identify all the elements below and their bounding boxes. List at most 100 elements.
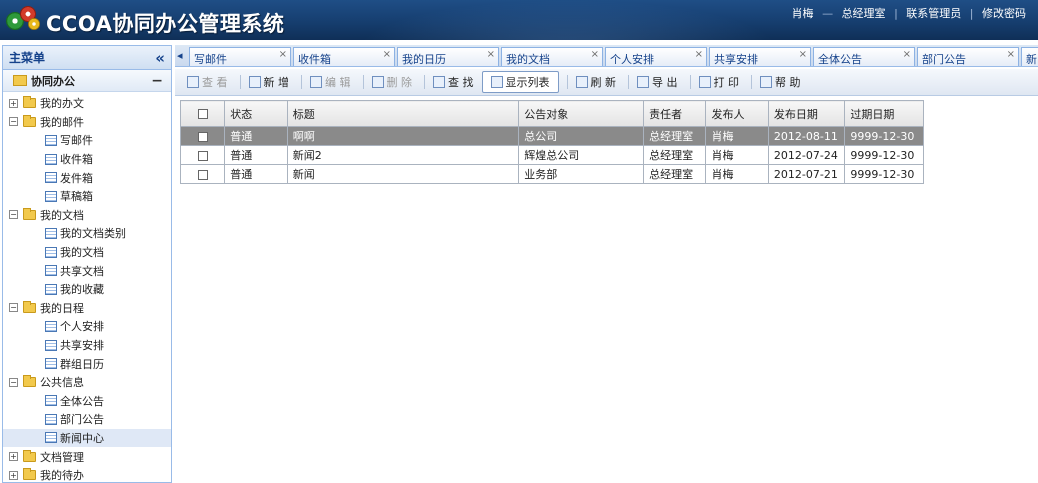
tab-label: 收件箱 (298, 53, 331, 66)
contact-admin-link[interactable]: 联系管理员 (906, 5, 961, 21)
tab-close-icon[interactable]: × (383, 49, 391, 60)
tree-folder[interactable]: − 我的文档 (3, 206, 171, 225)
toolbar-button[interactable]: 导 出 (633, 71, 682, 93)
column-header[interactable]: 过期日期 (844, 100, 924, 127)
toolbar-button[interactable]: 查 看 (183, 71, 232, 93)
tree-item[interactable]: 我的文档 (3, 243, 171, 262)
tree-label: 共享文档 (60, 264, 104, 278)
tree-label: 新闻中心 (60, 431, 104, 445)
tree-item[interactable]: 部门公告 (3, 410, 171, 429)
tree-item[interactable]: 群组日历 (3, 354, 171, 373)
collapse-icon[interactable]: − (9, 117, 18, 127)
user-dash: — (822, 7, 834, 20)
column-header[interactable]: 发布人 (705, 100, 769, 127)
expand-icon[interactable]: + (9, 470, 18, 480)
tree-item[interactable]: 发件箱 (3, 168, 171, 187)
list-page-icon (45, 172, 57, 184)
tab-item[interactable]: 个人安排 × (605, 47, 707, 66)
table-cell: 总公司 (518, 126, 645, 146)
separator: | (894, 7, 898, 20)
row-select-cell[interactable] (179, 164, 226, 184)
table-cell: 辉煌总公司 (518, 145, 645, 165)
tab-close-icon[interactable]: × (487, 49, 495, 60)
collapse-icon[interactable]: − (9, 377, 18, 387)
tab-close-icon[interactable]: × (1007, 49, 1015, 60)
toolbar-button[interactable]: 帮 助 (756, 71, 805, 93)
column-header[interactable]: 责任者 (643, 100, 707, 127)
row-select-cell[interactable] (179, 145, 226, 165)
toolbar-button[interactable]: 查 找 (429, 71, 478, 93)
tree-folder[interactable]: + 我的待办 (3, 466, 171, 482)
tree-item[interactable]: 我的文档类别 (3, 224, 171, 243)
tab-label: 全体公告 (818, 53, 862, 66)
tab-close-icon[interactable]: × (591, 49, 599, 60)
toolbar-button[interactable]: 刷 新 (572, 71, 621, 93)
table-cell: 新闻 (286, 164, 520, 184)
tree-folder[interactable]: − 我的邮件 (3, 113, 171, 132)
tab-item[interactable]: 新闻 (1021, 47, 1038, 66)
row-checkbox[interactable] (197, 150, 208, 161)
toolbar-button-label: 查 看 (202, 76, 228, 89)
tree-item[interactable]: 全体公告 (3, 392, 171, 411)
tree-item[interactable]: 写邮件 (3, 131, 171, 150)
tab-close-icon[interactable]: × (695, 49, 703, 60)
tree-item[interactable]: 新闻中心 (3, 428, 171, 448)
table-row[interactable]: 普通 新闻2 辉煌总公司 总经理室 肖梅 2012-07-24 9999-12-30 (179, 145, 924, 165)
list-page-icon (45, 190, 57, 202)
toolbar-button[interactable]: 打 印 (695, 71, 744, 93)
tab-item[interactable]: 部门公告 × (917, 47, 1019, 66)
column-header[interactable]: 公告对象 (518, 100, 645, 127)
toolbar-button[interactable]: 删 除 (368, 71, 417, 93)
tree-item[interactable]: 草稿箱 (3, 187, 171, 206)
toolbar-button[interactable]: 编 辑 (306, 71, 355, 93)
toolbar-button-icon (637, 76, 649, 88)
table-row[interactable]: 普通 啊啊 总公司 总经理室 肖梅 2012-08-11 9999-12-30 (179, 126, 924, 146)
tab-item[interactable]: 我的日历 × (397, 47, 499, 66)
tree-item[interactable]: 共享安排 (3, 336, 171, 355)
toolbar-separator (301, 75, 302, 89)
expand-icon[interactable]: + (9, 98, 18, 108)
tree-item[interactable]: 共享文档 (3, 261, 171, 280)
tree-folder[interactable]: − 公共信息 (3, 373, 171, 392)
collapse-sidebar-icon[interactable]: « (155, 49, 165, 67)
tree-label: 发件箱 (60, 171, 93, 185)
menu-tree: + 我的办文 − 我的邮件 写邮件 收件箱发件箱草稿箱 − 我的文档 我的文档类别 我的文档共享文… (3, 92, 171, 482)
sidebar-section[interactable]: 协同办公 − (3, 70, 171, 92)
toolbar-button[interactable]: 显示列表 (481, 71, 559, 93)
row-select-cell[interactable] (179, 126, 226, 146)
tab-close-icon[interactable]: × (279, 49, 287, 60)
expand-icon[interactable]: + (9, 452, 18, 462)
select-all-header[interactable] (179, 100, 226, 127)
column-header[interactable]: 状态 (224, 100, 288, 127)
row-checkbox[interactable] (197, 131, 208, 142)
tree-item[interactable]: 个人安排 (3, 317, 171, 336)
tree-folder[interactable]: + 文档管理 (3, 447, 171, 466)
toolbar-button[interactable]: 新 增 (245, 71, 294, 93)
tab-item[interactable]: 全体公告 × (813, 47, 915, 66)
column-header[interactable]: 发布日期 (767, 100, 846, 127)
tab-item[interactable]: 写邮件 × (189, 47, 291, 66)
tab-scroll-left-icon[interactable]: ◂ (177, 49, 183, 62)
table-row[interactable]: 普通 新闻 业务部 总经理室 肖梅 2012-07-21 9999-12-30 (179, 164, 924, 184)
row-checkbox[interactable] (197, 169, 208, 180)
change-password-link[interactable]: 修改密码 (982, 5, 1026, 21)
select-all-checkbox[interactable] (197, 109, 208, 119)
tab-item[interactable]: 收件箱 × (293, 47, 395, 66)
tab-close-icon[interactable]: × (903, 49, 911, 60)
list-page-icon (45, 339, 57, 351)
tab-item[interactable]: 共享安排 × (709, 47, 811, 66)
tab-item[interactable]: 我的文档 × (501, 47, 603, 66)
column-header[interactable]: 标题 (286, 100, 520, 127)
table-cell: 普通 (224, 164, 288, 184)
tree-folder[interactable]: − 我的日程 (3, 299, 171, 318)
tree-folder[interactable]: + 我的办文 (3, 94, 171, 113)
collapse-icon[interactable]: − (9, 210, 18, 220)
sidebar-title: 主菜单 (9, 51, 46, 65)
tab-close-icon[interactable]: × (799, 49, 807, 60)
section-collapse-icon[interactable]: − (151, 73, 167, 89)
tree-item[interactable]: 收件箱 (3, 150, 171, 169)
news-grid: 状态 标题 公告对象 责任者 发布人 发布日期 过期日期 普通 啊啊 总公司 总经理室 肖梅 2012… (179, 100, 924, 184)
tree-item[interactable]: 我的收藏 (3, 280, 171, 299)
toolbar-button-label: 刷 新 (590, 76, 617, 89)
collapse-icon[interactable]: − (9, 303, 18, 313)
